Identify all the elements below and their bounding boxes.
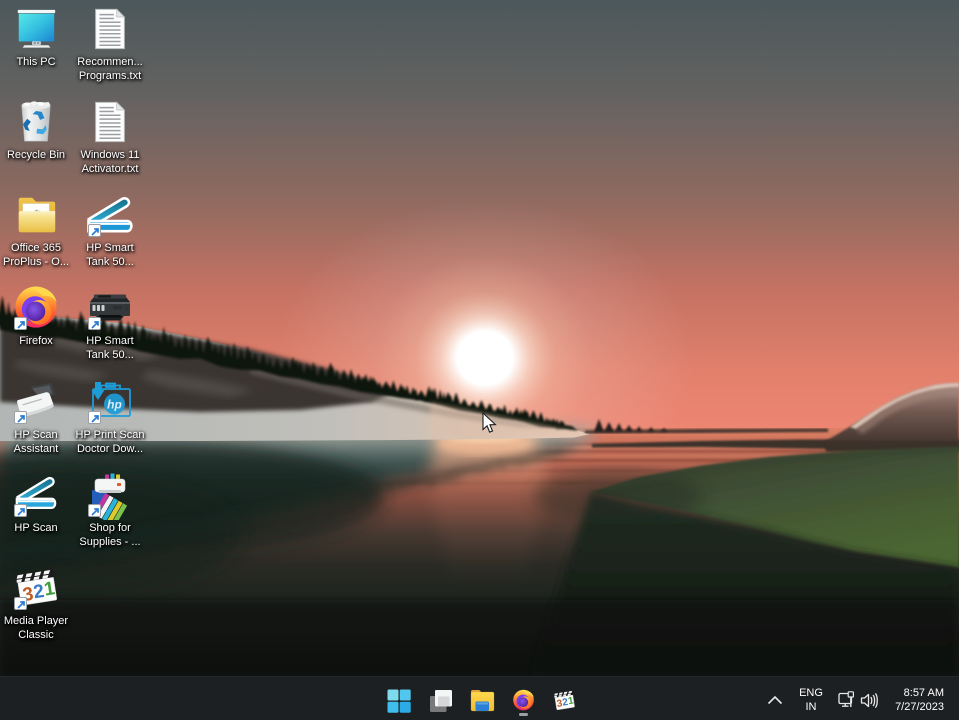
- svg-text:1: 1: [43, 578, 57, 600]
- svg-text:hp: hp: [107, 398, 122, 412]
